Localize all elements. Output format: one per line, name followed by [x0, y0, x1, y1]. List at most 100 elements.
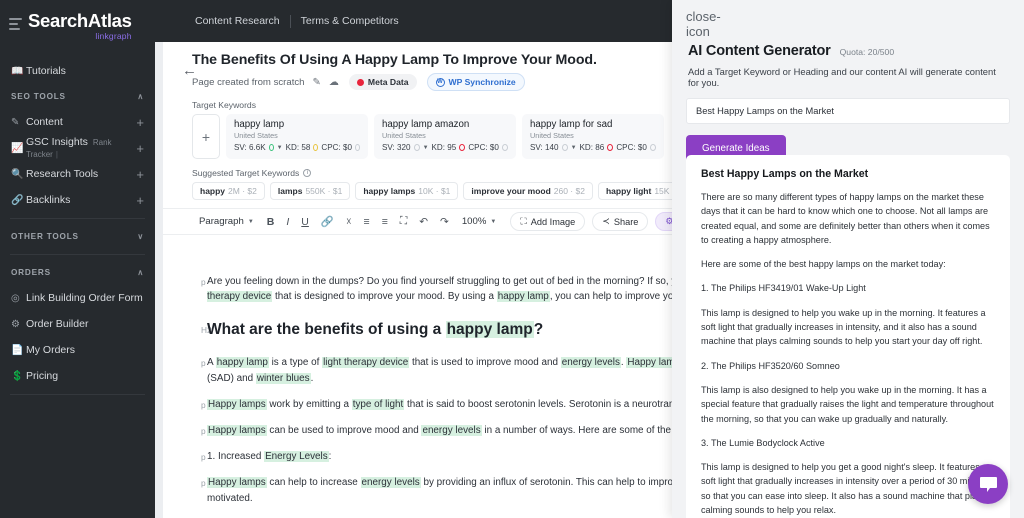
- chip-stats: 550K · $1: [305, 186, 343, 196]
- dollar-icon: 💲: [11, 370, 24, 382]
- caret-down-icon: ▼: [570, 144, 577, 151]
- result-paragraph: There are so many different types of hap…: [701, 192, 990, 245]
- sidebar-section-orders[interactable]: ORDERS ∧: [0, 260, 155, 285]
- sidebar-section-seo-tools[interactable]: SEO TOOLS ∧: [0, 84, 155, 109]
- sidebar-item-label: Link Building Order Form: [26, 292, 143, 304]
- add-image-label: Add Image: [530, 216, 576, 227]
- suggested-keyword-chip[interactable]: improve your mood 260 · $2: [463, 182, 593, 200]
- bullet-list-icon[interactable]: ≡: [376, 216, 394, 228]
- expand-plus-icon[interactable]: +: [136, 194, 144, 207]
- keyword-input[interactable]: Best Happy Lamps on the Market: [686, 98, 1010, 124]
- search-volume: SV: 320: [382, 143, 411, 152]
- undo-icon[interactable]: ↶: [413, 216, 434, 228]
- result-heading: Best Happy Lamps on the Market: [701, 168, 869, 180]
- underline-button[interactable]: U: [295, 216, 315, 228]
- result-paragraph: This lamp is designed to help you get a …: [701, 462, 995, 516]
- bold-button[interactable]: B: [261, 216, 281, 228]
- chevron-up-icon[interactable]: ∧: [137, 268, 144, 277]
- sidebar-item-backlinks[interactable]: 🔗 Backlinks +: [0, 187, 155, 213]
- sidebar-item-label: Pricing: [26, 370, 59, 382]
- zoom-level-dropdown[interactable]: 100% ▼: [455, 216, 504, 227]
- search-volume: SV: 6.6K: [234, 143, 266, 152]
- chevron-down-icon[interactable]: ∨: [137, 232, 144, 241]
- keyword-card[interactable]: happy lamp for sad United States SV: 140…: [522, 114, 664, 159]
- sidebar-item-content[interactable]: ✎ Content +: [0, 109, 155, 135]
- quota-label: Quota: 20/500: [839, 47, 895, 57]
- wordpress-icon: W: [435, 77, 445, 87]
- sidebar-item-order-builder[interactable]: ⚙ Order Builder: [0, 311, 155, 337]
- generated-content-result[interactable]: Best Happy Lamps on the Market There are…: [686, 155, 1010, 518]
- ordered-list-icon[interactable]: ≡: [358, 216, 376, 228]
- block-tag: p: [201, 478, 206, 489]
- suggested-keyword-chip[interactable]: happy 2M · $2: [192, 182, 265, 200]
- keyword-term: happy lamp: [234, 119, 285, 130]
- expand-plus-icon[interactable]: +: [136, 168, 144, 181]
- block-tag: p: [201, 277, 206, 287]
- sidebar-item-link-building-order-form[interactable]: ◎ Link Building Order Form: [0, 285, 155, 311]
- status-badge-wp-synchronize[interactable]: W WP Synchronize: [426, 73, 525, 91]
- link-icon[interactable]: 🔗: [315, 215, 340, 228]
- expand-plus-icon[interactable]: +: [136, 116, 144, 129]
- close-icon[interactable]: close-icon: [672, 0, 721, 39]
- sidebar-item-research-tools[interactable]: 🔍 Research Tools +: [0, 161, 155, 187]
- cloud-icon[interactable]: ☁: [329, 77, 339, 88]
- expand-plus-icon[interactable]: +: [136, 142, 144, 155]
- sidebar-item-my-orders[interactable]: 📄 My Orders: [0, 337, 155, 363]
- suggested-keyword-chip[interactable]: happy lamps 10K · $1: [355, 182, 459, 200]
- caret-down-icon: ▼: [422, 144, 429, 151]
- sidebar-item-pricing[interactable]: 💲 Pricing: [0, 363, 155, 389]
- image-icon: ⛶: [520, 216, 527, 226]
- alert-dot-icon: [356, 78, 364, 86]
- chip-stats: 10K · $1: [418, 186, 451, 196]
- chat-bubble-icon[interactable]: [968, 464, 1008, 504]
- ai-content-generator-panel: close-icon AI Content Generator Quota: 2…: [672, 0, 1024, 518]
- keyword-card[interactable]: happy lamp amazon United States SV: 320 …: [374, 114, 516, 159]
- back-button[interactable]: ←: [182, 62, 197, 79]
- result-paragraph: This lamp is also designed to help you w…: [701, 384, 994, 424]
- redo-icon[interactable]: ↷: [434, 216, 455, 228]
- pencil-icon[interactable]: ✎: [313, 77, 321, 88]
- sidebar-item-tutorials[interactable]: 📖 Tutorials: [0, 58, 155, 84]
- image-icon[interactable]: ⛶: [394, 215, 413, 228]
- italic-button[interactable]: I: [280, 216, 295, 228]
- result-paragraph: Here are some of the best happy lamps on…: [701, 259, 946, 270]
- document-origin-label: Page created from scratch: [192, 76, 305, 88]
- sidebar-divider: [10, 254, 145, 255]
- chip-stats: 2M · $2: [228, 186, 257, 196]
- logo-subtitle: linkgraph: [95, 30, 132, 41]
- chart-line-icon: 📈: [11, 142, 24, 154]
- block-format-dropdown[interactable]: Paragraph ▼: [192, 216, 261, 227]
- chevron-up-icon[interactable]: ∧: [137, 92, 144, 101]
- cost-per-click: CPC: $0: [468, 143, 499, 152]
- caret-down-icon: ▼: [247, 218, 254, 225]
- sidebar-logo[interactable]: SearchAtlas linkgraph: [0, 0, 155, 44]
- share-button[interactable]: ≺ Share: [592, 212, 649, 231]
- keyword-metrics: SV: 140 ▼ KD: 86 CPC: $0: [530, 143, 656, 152]
- builder-icon: ⚙: [11, 318, 20, 330]
- tab-content-research[interactable]: Content Research: [195, 15, 280, 27]
- section-label: OTHER TOOLS: [11, 232, 79, 241]
- chip-term: happy: [200, 186, 226, 196]
- keyword-card[interactable]: happy lamp United States SV: 6.6K ▼ KD: …: [226, 114, 368, 159]
- sv-ring-icon: [413, 144, 420, 151]
- sidebar-item-gsc-insights[interactable]: 📈 GSC Insights Rank Tracker | +: [0, 135, 155, 161]
- suggested-keyword-chip[interactable]: lamps 550K · $1: [269, 182, 351, 200]
- hamburger-menu-icon[interactable]: [9, 18, 22, 33]
- kd-ring-icon: [313, 144, 319, 151]
- logo-text: SearchAtlas linkgraph: [28, 11, 132, 41]
- keyword-metrics: SV: 320 ▼ KD: 95 CPC: $0: [382, 143, 508, 152]
- caret-down-icon: ▼: [276, 144, 283, 151]
- tab-terms-competitors[interactable]: Terms & Competitors: [301, 15, 399, 27]
- add-keyword-button[interactable]: +: [192, 114, 220, 159]
- result-paragraph: 2. The Philips HF3520/60 Somneo: [701, 360, 840, 371]
- cpc-ring-icon: [354, 144, 360, 151]
- info-icon[interactable]: i: [303, 169, 312, 177]
- sidebar-section-other-tools[interactable]: OTHER TOOLS ∨: [0, 224, 155, 249]
- unlink-icon[interactable]: ☓: [340, 216, 358, 228]
- panel-header: AI Content Generator Quota: 20/500: [672, 39, 1024, 59]
- keyword-metrics: SV: 6.6K ▼ KD: 58 CPC: $0: [234, 143, 360, 152]
- sidebar-item-label: My Orders: [26, 344, 76, 356]
- add-image-button[interactable]: ⛶ Add Image: [510, 212, 586, 231]
- status-badge-meta-data[interactable]: Meta Data: [348, 74, 417, 90]
- sidebar-item-label: Order Builder: [26, 318, 89, 330]
